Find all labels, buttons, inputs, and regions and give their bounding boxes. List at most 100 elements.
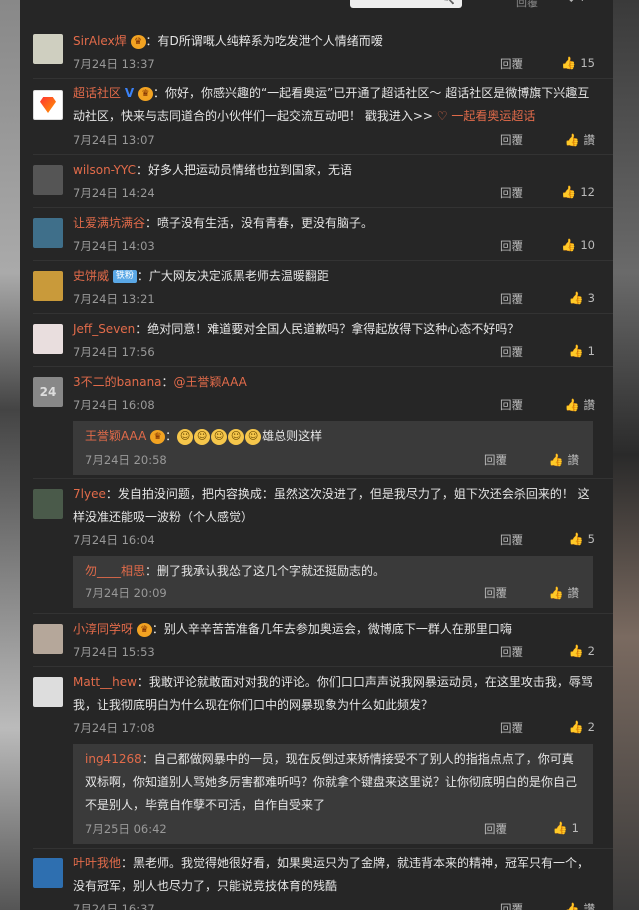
fan-badge: 铁粉 <box>112 270 137 283</box>
supertopic-link[interactable]: ♡ 一起看奥运超话 <box>437 109 536 123</box>
like-count: 2 <box>587 720 595 734</box>
comment-author[interactable]: Jeff_Seven <box>73 322 135 336</box>
like-button[interactable]: 👍 1 <box>519 821 579 835</box>
avatar[interactable] <box>33 489 63 519</box>
comment-author[interactable]: 7lyee <box>73 487 106 501</box>
comment-text: 3不二的banana：@王誉颖AAA <box>73 371 595 394</box>
comment-text: Jeff_Seven：绝对同意！难道要对全国人民道歉吗？拿得起放得下这种心态不好… <box>73 318 595 341</box>
comment-text: 王誉颖AAA ♛： ☺ ☺ ☺ ☺ ☺ 雄总则这样 <box>85 428 323 445</box>
verified-icon: V <box>124 86 135 100</box>
comment-author[interactable]: SirAlex焊 <box>73 34 127 48</box>
divider <box>33 666 613 667</box>
comment-author[interactable]: 勿____相思 <box>85 564 145 578</box>
comment-meta: 7月25日 06:42 回覆 👍 1 <box>85 821 579 837</box>
reply-button[interactable]: 回覆 <box>500 901 523 910</box>
comment-time: 7月24日 20:58 <box>85 453 167 467</box>
avatar[interactable]: 24 <box>33 377 63 407</box>
like-count: 讚 <box>583 902 596 910</box>
avatar[interactable] <box>33 324 63 354</box>
comment-author[interactable]: 超话社区 <box>73 86 121 100</box>
laugh-emoji: ☺ <box>211 428 228 445</box>
comment-author[interactable]: wilson-YYC <box>73 163 136 177</box>
avatar[interactable] <box>33 624 63 654</box>
reply-button[interactable]: 回覆 <box>500 56 523 72</box>
comment-author[interactable]: 3不二的banana <box>73 375 162 389</box>
reply-button[interactable]: 回覆 <box>500 397 523 413</box>
comment-time: 7月24日 16:08 <box>73 398 155 412</box>
background-left <box>0 0 20 910</box>
search-icon[interactable]: 🔍 <box>441 0 455 5</box>
comment-text: Matt__hew：我敢评论就敢面对对我的评论。你们口口声声说我网暴运动员，在这… <box>73 671 595 717</box>
comment-text: wilson-YYC：好多人把运动员情绪也拉到国家，无语 <box>73 159 595 182</box>
comment-time: 7月24日 16:37 <box>73 902 155 910</box>
comment-author[interactable]: 小淳同学呀 <box>73 622 133 636</box>
nested-reply: ing41268：自己都做网暴中的一员，现在反倒过来矫情接受不了别人的指指点点了… <box>73 744 593 844</box>
like-button[interactable]: 👍 讚 <box>519 585 579 601</box>
top-reply-label[interactable]: 回覆 <box>516 0 538 10</box>
comment-body: ： <box>161 375 174 389</box>
avatar[interactable] <box>33 165 63 195</box>
reply-button[interactable]: 回覆 <box>484 585 507 601</box>
like-button[interactable]: 👍 5 <box>535 532 595 546</box>
like-button[interactable]: 👍 15 <box>535 56 595 70</box>
avatar[interactable] <box>33 677 63 707</box>
crown-icon: ♛ <box>137 86 153 101</box>
like-button[interactable]: 👍 讚 <box>535 901 595 910</box>
comment-meta: 7月24日 17:56 回覆 👍 1 <box>73 344 595 360</box>
like-button[interactable]: 👍 讚 <box>535 132 595 148</box>
like-count: 3 <box>587 291 595 305</box>
reply-button[interactable]: 回覆 <box>484 821 507 837</box>
comment-meta: 7月24日 20:58 回覆 👍 讚 <box>85 452 579 468</box>
comment-time: 7月24日 14:03 <box>73 239 155 253</box>
divider <box>33 78 613 79</box>
laugh-emoji: ☺ <box>245 428 262 445</box>
reply-button[interactable]: 回覆 <box>500 532 523 548</box>
comment-meta: 7月24日 16:37 回覆 👍 讚 <box>73 901 595 910</box>
like-button[interactable]: 👍 2 <box>535 644 595 658</box>
comment-time: 7月24日 20:09 <box>85 586 167 600</box>
divider <box>33 366 613 367</box>
avatar[interactable] <box>33 858 63 888</box>
divider <box>33 260 613 261</box>
thumbs-up-icon: 👍 <box>568 532 584 546</box>
reply-button[interactable]: 回覆 <box>500 238 523 254</box>
crown-icon: ♛ <box>130 34 146 49</box>
back-icon[interactable]: ⤺ <box>568 0 583 6</box>
reply-button[interactable]: 回覆 <box>484 452 507 468</box>
like-button[interactable]: 👍 2 <box>535 720 595 734</box>
reply-button[interactable]: 回覆 <box>500 291 523 307</box>
top-bar: 🔍 回覆 ⤺ <box>20 0 613 14</box>
like-count: 1 <box>587 344 595 358</box>
reply-button[interactable]: 回覆 <box>500 185 523 201</box>
reply-button[interactable]: 回覆 <box>500 132 523 148</box>
like-button[interactable]: 👍 讚 <box>519 452 579 468</box>
reply-button[interactable]: 回覆 <box>500 644 523 660</box>
comment-author[interactable]: Matt__hew <box>73 675 137 689</box>
like-button[interactable]: 👍 讚 <box>535 397 595 413</box>
like-button[interactable]: 👍 3 <box>535 291 595 305</box>
reply-button[interactable]: 回覆 <box>500 720 523 736</box>
comment-author[interactable]: 让爱满坑满谷 <box>73 216 145 230</box>
avatar[interactable] <box>33 90 63 120</box>
like-count: 15 <box>580 56 595 70</box>
comment-meta: 7月24日 13:07 回覆 👍 讚 <box>73 132 595 148</box>
like-button[interactable]: 👍 12 <box>535 185 595 199</box>
comment-time: 7月24日 13:21 <box>73 292 155 306</box>
like-button[interactable]: 👍 10 <box>535 238 595 252</box>
comment-time: 7月24日 17:08 <box>73 721 155 735</box>
comment-author[interactable]: 叶叶我他 <box>73 856 121 870</box>
comment-body: ：绝对同意！难道要对全国人民道歉吗？拿得起放得下这种心态不好吗？ <box>135 322 520 336</box>
like-count: 讚 <box>583 133 596 147</box>
thumbs-up-icon: 👍 <box>564 902 580 910</box>
reply-button[interactable]: 回覆 <box>500 344 523 360</box>
like-button[interactable]: 👍 1 <box>535 344 595 358</box>
comment-author[interactable]: 史饼威 <box>73 269 109 283</box>
comment-author[interactable]: ing41268 <box>85 752 142 766</box>
avatar[interactable] <box>33 34 63 64</box>
thumbs-up-icon: 👍 <box>564 398 580 412</box>
thumbs-up-icon: 👍 <box>568 291 584 305</box>
avatar[interactable] <box>33 271 63 301</box>
mention-link[interactable]: @王誉颖AAA <box>174 375 247 389</box>
avatar[interactable] <box>33 218 63 248</box>
comment-author[interactable]: 王誉颖AAA <box>85 429 146 443</box>
